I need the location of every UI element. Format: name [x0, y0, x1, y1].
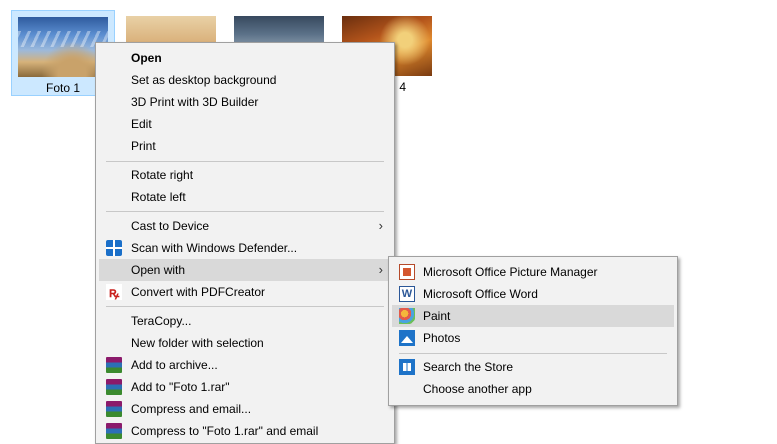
menu-item-teracopy[interactable]: TeraCopy...: [99, 310, 391, 332]
menu-item-add-to-archive[interactable]: Add to archive...: [99, 354, 391, 376]
submenu-item-search-store[interactable]: Search the Store: [392, 356, 674, 378]
menu-item-rotate-right[interactable]: Rotate right: [99, 164, 391, 186]
pdfcreator-icon: ꝶ: [106, 284, 122, 300]
submenu-item-photos[interactable]: Photos: [392, 327, 674, 349]
menu-item-scan-defender[interactable]: Scan with Windows Defender...: [99, 237, 391, 259]
photos-icon: [399, 330, 415, 346]
submenu-item-picture-manager[interactable]: Microsoft Office Picture Manager: [392, 261, 674, 283]
menu-item-open[interactable]: Open: [99, 47, 391, 69]
winrar-icon: [106, 379, 122, 395]
menu-separator: [106, 211, 384, 212]
picture-manager-icon: [399, 264, 415, 280]
winrar-icon: [106, 357, 122, 373]
menu-item-3d-print[interactable]: 3D Print with 3D Builder: [99, 91, 391, 113]
winrar-icon: [106, 401, 122, 417]
menu-item-new-folder-selection[interactable]: New folder with selection: [99, 332, 391, 354]
submenu-item-choose-another-app[interactable]: Choose another app: [392, 378, 674, 400]
paint-icon: [399, 308, 415, 324]
context-menu: Open Set as desktop background 3D Print …: [95, 42, 395, 444]
menu-item-cast-to-device[interactable]: Cast to Device ›: [99, 215, 391, 237]
open-with-submenu: Microsoft Office Picture Manager W Micro…: [388, 256, 678, 406]
menu-separator: [399, 353, 667, 354]
menu-item-set-desktop-background[interactable]: Set as desktop background: [99, 69, 391, 91]
windows-defender-icon: [106, 240, 122, 256]
menu-separator: [106, 161, 384, 162]
submenu-item-word[interactable]: W Microsoft Office Word: [392, 283, 674, 305]
menu-item-rotate-left[interactable]: Rotate left: [99, 186, 391, 208]
menu-item-edit[interactable]: Edit: [99, 113, 391, 135]
menu-item-print[interactable]: Print: [99, 135, 391, 157]
chevron-right-icon: ›: [378, 218, 383, 233]
submenu-item-paint[interactable]: Paint: [392, 305, 674, 327]
menu-item-open-with[interactable]: Open with ›: [99, 259, 391, 281]
word-icon: W: [399, 286, 415, 302]
store-icon: [399, 359, 415, 375]
winrar-icon: [106, 423, 122, 439]
menu-item-compress-email[interactable]: Compress and email...: [99, 398, 391, 420]
menu-item-convert-pdfcreator[interactable]: ꝶ Convert with PDFCreator: [99, 281, 391, 303]
menu-item-add-to-rar[interactable]: Add to "Foto 1.rar": [99, 376, 391, 398]
menu-item-compress-rar-email[interactable]: Compress to "Foto 1.rar" and email: [99, 420, 391, 442]
chevron-right-icon: ›: [378, 262, 383, 277]
menu-separator: [106, 306, 384, 307]
